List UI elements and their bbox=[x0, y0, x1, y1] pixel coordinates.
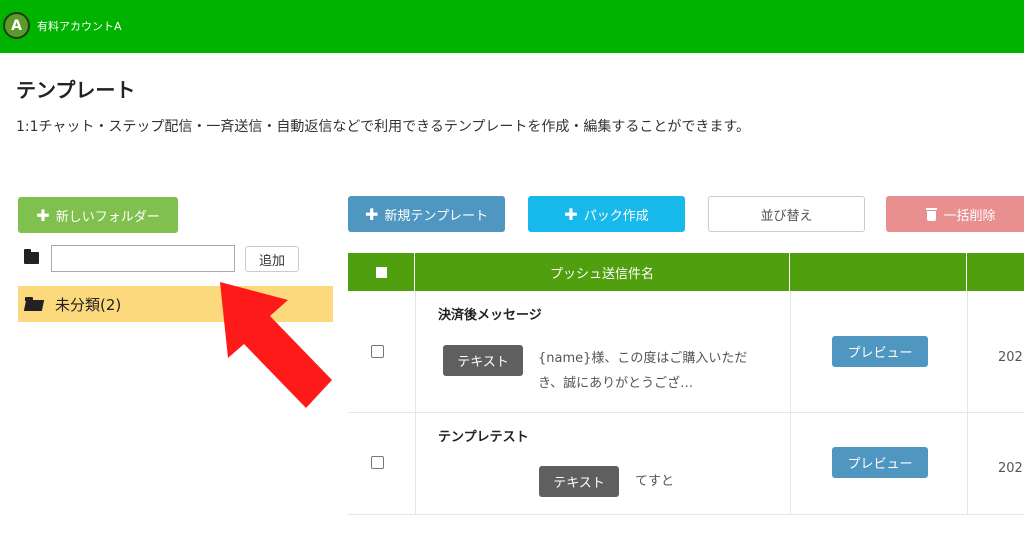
new-folder-button[interactable]: ✚ 新しいフォルダー bbox=[18, 197, 178, 233]
row-checkbox[interactable] bbox=[371, 456, 384, 469]
type-badge: テキスト bbox=[539, 466, 619, 497]
template-table: プッシュ送信件名 決済後メッセージ テキスト {name}様、この度はご購入いた… bbox=[348, 253, 1024, 515]
folder-open-icon bbox=[25, 297, 45, 311]
folder-name-input[interactable] bbox=[51, 245, 235, 272]
plus-icon: ✚ bbox=[564, 204, 578, 224]
message-preview-line2: き、誠にありがとうござ… bbox=[538, 376, 694, 391]
template-date: 202 bbox=[998, 461, 1023, 476]
template-title[interactable]: テンプレテスト bbox=[438, 426, 529, 445]
pack-create-label: パック作成 bbox=[583, 208, 649, 224]
new-template-button[interactable]: ✚ 新規テンプレート bbox=[348, 196, 505, 232]
message-preview-line1: {name}様、この度はご購入いただ bbox=[538, 351, 748, 366]
template-title[interactable]: 決済後メッセージ bbox=[438, 304, 542, 323]
select-all-checkbox[interactable] bbox=[375, 266, 387, 278]
account-avatar[interactable]: A bbox=[3, 12, 30, 39]
table-header: プッシュ送信件名 bbox=[348, 253, 1024, 291]
type-badge: テキスト bbox=[443, 345, 523, 376]
table-row: 決済後メッセージ テキスト {name}様、この度はご購入いただ き、誠にありが… bbox=[348, 291, 1024, 413]
table-row: テンプレテスト テキスト てすと プレビュー 202 bbox=[348, 413, 1024, 515]
account-name[interactable]: 有料アカウントA bbox=[37, 18, 122, 34]
cell-divider bbox=[790, 291, 791, 412]
bulk-delete-button[interactable]: 一括削除 bbox=[886, 196, 1024, 232]
cell-divider bbox=[790, 413, 791, 514]
new-folder-label: 新しいフォルダー bbox=[55, 209, 160, 225]
cell-divider bbox=[967, 291, 968, 412]
preview-button[interactable]: プレビュー bbox=[832, 336, 928, 367]
new-template-label: 新規テンプレート bbox=[384, 208, 489, 224]
message-preview-line1: てすと bbox=[635, 474, 675, 489]
column-header-name: プッシュ送信件名 bbox=[415, 253, 790, 291]
top-bar: A 有料アカウントA bbox=[0, 0, 1024, 53]
sort-button[interactable]: 並び替え bbox=[708, 196, 865, 232]
bulk-delete-label: 一括削除 bbox=[943, 208, 996, 224]
folder-item-label: 未分類(2) bbox=[55, 295, 122, 314]
plus-icon: ✚ bbox=[364, 204, 379, 224]
template-date: 202 bbox=[998, 350, 1023, 365]
cell-divider bbox=[415, 291, 416, 412]
column-header-preview bbox=[790, 253, 967, 291]
red-arrow-icon bbox=[220, 282, 332, 408]
add-folder-button[interactable]: 追加 bbox=[245, 246, 299, 272]
column-header-date bbox=[967, 253, 1024, 291]
plus-icon: ✚ bbox=[36, 205, 50, 225]
preview-button[interactable]: プレビュー bbox=[832, 447, 928, 478]
page-title: テンプレート bbox=[16, 78, 136, 102]
row-checkbox[interactable] bbox=[371, 345, 384, 358]
page-description: 1:1チャット・ステップ配信・一斉送信・自動返信などで利用できるテンプレートを作… bbox=[16, 119, 751, 135]
folder-icon bbox=[24, 249, 39, 264]
trash-icon bbox=[926, 207, 938, 221]
cell-divider bbox=[415, 413, 416, 514]
cell-divider bbox=[967, 413, 968, 514]
header-checkbox-cell bbox=[348, 253, 415, 291]
pack-create-button[interactable]: ✚ パック作成 bbox=[528, 196, 685, 232]
